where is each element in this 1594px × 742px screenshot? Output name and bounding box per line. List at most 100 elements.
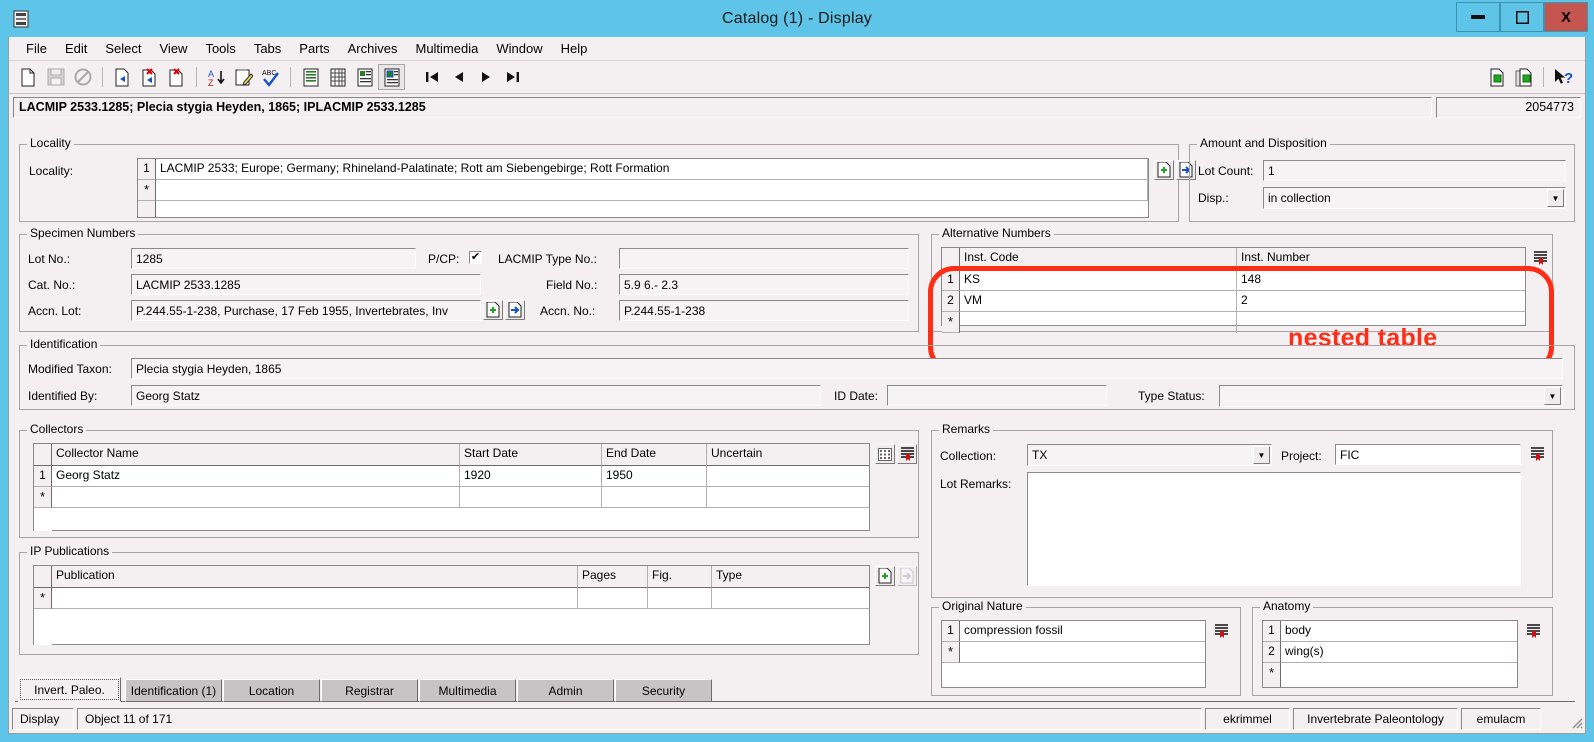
nav-previous-icon[interactable]	[445, 64, 472, 90]
column-pages[interactable]: Pages	[578, 566, 648, 588]
anatomy-value[interactable]: body	[1281, 621, 1517, 642]
tab-security[interactable]: Security	[615, 679, 712, 702]
lot-count-field[interactable]: 1	[1263, 160, 1566, 181]
modified-taxon-field[interactable]: Plecia stygia Heyden, 1865	[131, 358, 1563, 379]
lot-no-field[interactable]: 1285	[131, 248, 416, 269]
nav-first-icon[interactable]	[418, 64, 445, 90]
add-record-icon[interactable]	[483, 300, 503, 320]
collection-select[interactable]: TX ▼	[1027, 444, 1272, 466]
column-collector-name[interactable]: Collector Name	[52, 444, 460, 466]
table-row-new[interactable]: *	[942, 312, 1525, 333]
table-row[interactable]: 2 VM 2	[942, 291, 1525, 312]
accn-lot-field[interactable]: P.244.55-1-238, Purchase, 17 Feb 1955, I…	[131, 300, 481, 321]
inst-code-value[interactable]: VM	[960, 291, 1237, 312]
column-type[interactable]: Type	[712, 566, 869, 588]
anatomy-value[interactable]: wing(s)	[1281, 642, 1517, 663]
fig-value-new[interactable]	[648, 588, 712, 609]
menu-help[interactable]: Help	[552, 39, 597, 58]
chevron-down-icon[interactable]: ▼	[1253, 446, 1270, 464]
disposition-select[interactable]: in collection ▼	[1263, 187, 1566, 209]
display-view-icon[interactable]	[378, 64, 405, 90]
end-date-value[interactable]: 1950	[602, 466, 707, 487]
type-status-select[interactable]: ▼	[1219, 385, 1563, 407]
table-row-new[interactable]: *	[34, 487, 869, 508]
column-inst-number[interactable]: Inst. Number	[1237, 248, 1525, 270]
menu-parts[interactable]: Parts	[290, 39, 338, 58]
uncertain-value[interactable]	[707, 466, 869, 487]
menu-tools[interactable]: Tools	[196, 39, 244, 58]
record-view-icon[interactable]	[351, 64, 378, 90]
add-record-icon[interactable]	[875, 566, 895, 586]
start-date-value-new[interactable]	[460, 487, 602, 508]
record-first-icon[interactable]	[109, 64, 136, 90]
locality-value-new[interactable]	[156, 180, 1148, 201]
help-pointer-icon[interactable]: ?	[1550, 64, 1577, 90]
table-row[interactable]: 1 LACMIP 2533; Europe; Germany; Rhinelan…	[138, 159, 1148, 180]
sort-az-icon[interactable]: AZ	[203, 64, 230, 90]
column-fig[interactable]: Fig.	[648, 566, 712, 588]
tab-multimedia[interactable]: Multimedia	[419, 679, 516, 702]
new-document-icon[interactable]	[15, 64, 42, 90]
table-row[interactable]: 1 KS 148	[942, 270, 1525, 291]
collector-name-value[interactable]: Georg Statz	[52, 466, 460, 487]
tab-admin[interactable]: Admin	[517, 679, 614, 702]
menu-view[interactable]: View	[151, 39, 197, 58]
menu-select[interactable]: Select	[96, 39, 150, 58]
inst-number-value[interactable]: 2	[1237, 291, 1525, 312]
resize-grip[interactable]	[1567, 708, 1584, 730]
spellcheck-icon[interactable]: ABC	[257, 64, 284, 90]
save-icon[interactable]	[42, 64, 69, 90]
table-row[interactable]: 1 compression fossil	[942, 621, 1205, 642]
table-row-new[interactable]: *	[138, 180, 1148, 201]
column-end-date[interactable]: End Date	[602, 444, 707, 466]
type-value-new[interactable]	[712, 588, 869, 609]
lacmip-type-no-field[interactable]	[619, 248, 909, 269]
grid-icon[interactable]	[875, 444, 895, 464]
inst-code-value-new[interactable]	[960, 312, 1237, 333]
record-delete-icon[interactable]	[136, 64, 163, 90]
locality-value[interactable]: LACMIP 2533; Europe; Germany; Rhineland-…	[156, 159, 1148, 180]
list-view-icon[interactable]	[297, 64, 324, 90]
maximize-button[interactable]	[1500, 2, 1544, 32]
menu-window[interactable]: Window	[487, 39, 551, 58]
end-date-value-new[interactable]	[602, 487, 707, 508]
nav-last-icon[interactable]	[499, 64, 526, 90]
close-button[interactable]: X	[1544, 2, 1588, 32]
goto-record-icon[interactable]	[897, 566, 917, 586]
minimize-button[interactable]	[1456, 2, 1500, 32]
column-publication[interactable]: Publication	[52, 566, 578, 588]
tab-identification[interactable]: Identification (1)	[125, 679, 222, 702]
field-no-field[interactable]: 5.9 6.- 2.3	[619, 274, 909, 295]
inst-code-value[interactable]: KS	[960, 270, 1237, 291]
original-nature-value-new[interactable]	[960, 642, 1205, 663]
goto-record-icon[interactable]	[505, 300, 525, 320]
menu-tabs[interactable]: Tabs	[245, 39, 290, 58]
pcp-checkbox[interactable]: ✔	[469, 251, 482, 264]
grid-view-icon[interactable]	[324, 64, 351, 90]
menu-file[interactable]: File	[17, 39, 56, 58]
edit-note-icon[interactable]	[230, 64, 257, 90]
id-date-field[interactable]	[887, 385, 1107, 406]
table-row[interactable]: 1 body	[1263, 621, 1517, 642]
nav-next-icon[interactable]	[472, 64, 499, 90]
collector-name-value-new[interactable]	[52, 487, 460, 508]
table-row[interactable]: 1 Georg Statz 1920 1950	[34, 466, 869, 487]
cat-no-field[interactable]: LACMIP 2533.1285	[131, 274, 481, 295]
identified-by-field[interactable]: Georg Statz	[131, 385, 821, 406]
column-uncertain[interactable]: Uncertain	[707, 444, 869, 466]
inst-number-value[interactable]: 148	[1237, 270, 1525, 291]
chevron-down-icon[interactable]: ▼	[1544, 387, 1561, 405]
attributes-icon[interactable]	[897, 444, 917, 464]
add-record-icon[interactable]	[1154, 160, 1174, 180]
project-field[interactable]: FIC	[1335, 444, 1521, 465]
table-row-new[interactable]: *	[942, 642, 1205, 663]
publication-value-new[interactable]	[52, 588, 578, 609]
attributes-icon[interactable]	[1531, 248, 1549, 268]
attributes-icon[interactable]	[1212, 621, 1230, 641]
column-start-date[interactable]: Start Date	[460, 444, 602, 466]
paste-record-icon[interactable]	[1510, 64, 1537, 90]
menu-multimedia[interactable]: Multimedia	[406, 39, 487, 58]
table-row-new[interactable]: *	[34, 588, 869, 609]
uncertain-value-new[interactable]	[707, 487, 869, 508]
column-inst-code[interactable]: Inst. Code	[960, 248, 1237, 270]
